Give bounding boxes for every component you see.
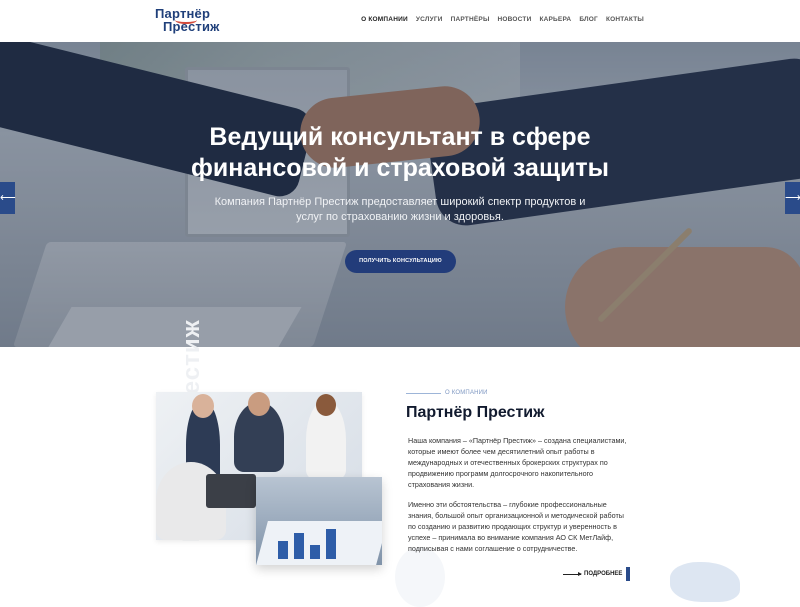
business-chart-photo: [256, 477, 382, 565]
chevron-right-icon: ⟶: [785, 192, 800, 204]
hero-slider: Ведущий консультант в сфере финансовой и…: [0, 42, 800, 347]
person-head: [316, 394, 336, 416]
chart-bar-image: [310, 545, 320, 559]
nav-item-partners[interactable]: ПАРТНЁРЫ: [451, 16, 490, 23]
nav-item-career[interactable]: КАРЬЕРА: [539, 16, 571, 23]
get-consultation-button[interactable]: ПОЛУЧИТЬ КОНСУЛЬТАЦИЮ: [345, 250, 456, 273]
chart-bar-image: [326, 529, 336, 559]
section-label: О КОМПАНИИ: [406, 390, 488, 396]
logo[interactable]: Партнёр Престиж: [155, 6, 225, 36]
nav-item-blog[interactable]: БЛОГ: [579, 16, 598, 23]
section-label-line: [406, 392, 441, 394]
slider-prev-button[interactable]: ⟵: [0, 182, 16, 214]
about-paragraph-2: Именно эти обстоятельства – глубокие про…: [408, 500, 624, 553]
world-map-decoration: [670, 562, 740, 602]
slider-next-button[interactable]: ⟶: [785, 182, 800, 214]
laptop-image: [206, 474, 256, 508]
person-head: [248, 392, 270, 416]
more-link-label: ПОДРОБНЕЕ: [584, 571, 623, 577]
main-nav: О КОМПАНИИ УСЛУГИ ПАРТНЁРЫ НОВОСТИ КАРЬЕ…: [361, 16, 644, 23]
more-link[interactable]: ПОДРОБНЕЕ: [563, 567, 631, 581]
hero-subtitle: Компания Партнёр Престиж предоставляет ш…: [0, 195, 800, 225]
nav-item-services[interactable]: УСЛУГИ: [416, 16, 443, 23]
nav-item-about[interactable]: О КОМПАНИИ: [361, 16, 408, 23]
about-section: Партнёр Престиж О КОМПАНИИ Партнёр Прест…: [0, 319, 800, 607]
about-paragraph-1: Наша компания – «Партнёр Престиж» – созд…: [408, 436, 627, 489]
chart-bar-image: [294, 533, 304, 559]
hero-subtitle-line1: Компания Партнёр Престиж предоставляет ш…: [214, 196, 586, 208]
hero-title: Ведущий консультант в сфере финансовой и…: [0, 122, 800, 184]
logo-text-line2: Престиж: [163, 19, 220, 34]
about-title: Партнёр Престиж: [406, 404, 545, 421]
arrow-right-icon: [563, 571, 582, 576]
chevron-left-icon: ⟵: [0, 192, 16, 204]
hero-title-line1: Ведущий консультант в сфере: [209, 123, 591, 151]
hero-title-line2: финансовой и страховой защиты: [190, 154, 610, 182]
site-header: Партнёр Престиж О КОМПАНИИ УСЛУГИ ПАРТНЁ…: [0, 0, 800, 42]
chart-bar-image: [278, 541, 288, 559]
nav-item-news[interactable]: НОВОСТИ: [498, 16, 532, 23]
nav-item-contacts[interactable]: КОНТАКТЫ: [606, 16, 644, 23]
hero-subtitle-line2: услуг по страхованию жизни и здоровья.: [296, 211, 504, 223]
more-link-accent: [626, 567, 631, 581]
person-head: [192, 394, 214, 418]
section-label-text: О КОМПАНИИ: [445, 390, 488, 396]
world-map-decoration: [395, 547, 445, 607]
